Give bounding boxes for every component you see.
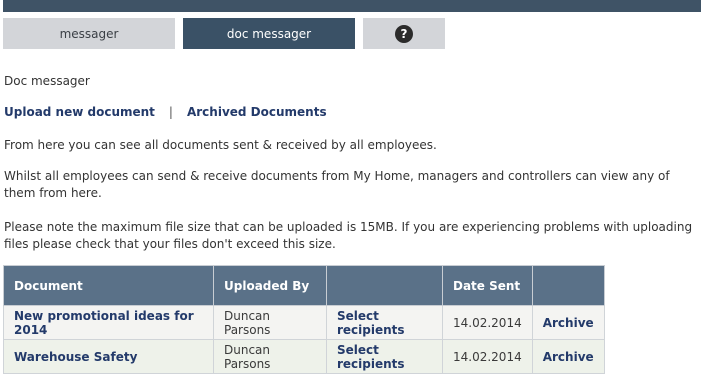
select-recipients-cell[interactable]: Select recipients	[326, 339, 443, 374]
tab-doc-messager[interactable]: doc messager	[183, 18, 355, 49]
tab-doc-messager-label: doc messager	[226, 26, 312, 41]
date-sent-cell: 14.02.2014	[442, 305, 533, 340]
header-archive	[531, 265, 605, 306]
tab-messager-label: messager	[59, 26, 119, 41]
archive-cell[interactable]: Archive	[531, 339, 605, 374]
header-document: Document	[3, 265, 214, 306]
table-header-row: Document Uploaded By Date Sent	[3, 265, 605, 306]
table-row: New promotional ideas for 2014 Duncan Pa…	[3, 305, 605, 340]
select-recipients-link[interactable]: Select recipients	[337, 309, 405, 337]
info-paragraph-1: From here you can see all documents sent…	[4, 138, 437, 152]
link-separator: |	[168, 105, 173, 119]
page-title: Doc messager	[4, 74, 90, 88]
tab-messager[interactable]: messager	[3, 18, 175, 49]
upload-new-document-link[interactable]: Upload new document	[4, 105, 155, 119]
archive-link[interactable]: Archive	[543, 316, 594, 330]
header-actions	[326, 265, 443, 306]
info-paragraph-2: Whilst all employees can send & receive …	[4, 169, 670, 200]
select-recipients-link[interactable]: Select recipients	[337, 343, 405, 371]
archive-link[interactable]: Archive	[543, 350, 594, 364]
info-paragraph-3: Please note the maximum file size that c…	[4, 220, 693, 251]
document-name-link[interactable]: Warehouse Safety	[3, 339, 214, 374]
uploaded-by-cell: Duncan Parsons	[213, 305, 327, 340]
document-link[interactable]: Warehouse Safety	[14, 350, 137, 364]
document-name-link[interactable]: New promotional ideas for 2014	[3, 305, 214, 340]
documents-table: Document Uploaded By Date Sent New promo…	[3, 265, 605, 374]
header-date-sent: Date Sent	[442, 265, 533, 306]
document-link[interactable]: New promotional ideas for 2014	[14, 309, 194, 337]
document-links: Upload new document | Archived Documents	[4, 105, 327, 119]
table-row: Warehouse Safety Duncan Parsons Select r…	[3, 339, 605, 374]
tab-help[interactable]: ?	[363, 18, 445, 49]
header-uploaded-by: Uploaded By	[213, 265, 327, 306]
archive-cell[interactable]: Archive	[531, 305, 605, 340]
date-sent-cell: 14.02.2014	[442, 339, 533, 374]
top-bar	[3, 0, 701, 12]
uploaded-by-cell: Duncan Parsons	[213, 339, 327, 374]
archived-documents-link[interactable]: Archived Documents	[187, 105, 327, 119]
question-circle-icon[interactable]: ?	[395, 24, 413, 43]
select-recipients-cell[interactable]: Select recipients	[326, 305, 443, 340]
